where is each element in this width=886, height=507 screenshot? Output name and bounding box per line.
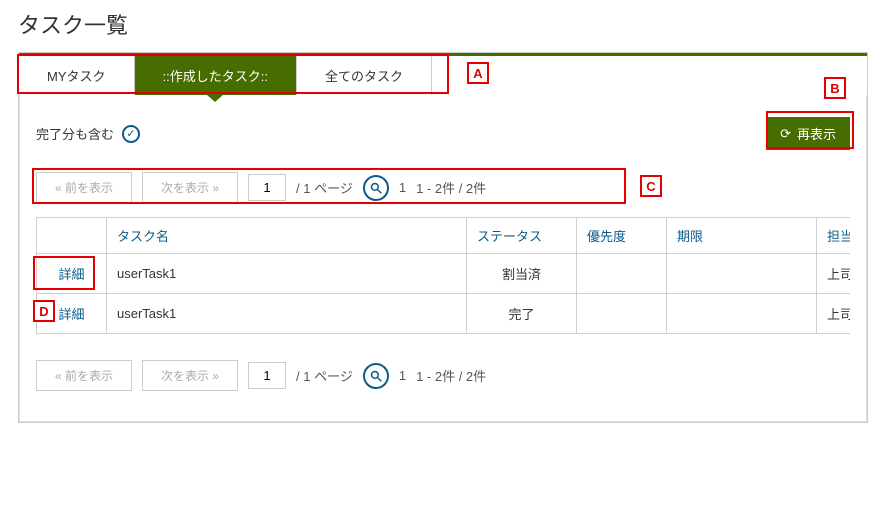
pager-count-range: 1 - 2件 / 2件	[416, 366, 486, 385]
cell-assignee: 上司	[817, 254, 851, 294]
pager-count-page: 1	[399, 180, 406, 195]
refresh-icon: ⟳	[780, 126, 791, 142]
cell-assignee: 上司	[817, 294, 851, 334]
table-row: 詳細 userTask1 完了 上司	[37, 294, 851, 334]
pager-bottom: « 前を表示 次を表示 » / 1 ページ 1 1 - 2件 / 2件	[36, 350, 850, 395]
cell-task-name: userTask1	[107, 294, 467, 334]
task-table: タスク名 ステータス 優先度 期限 担当 詳細 userTask1 割当済	[36, 217, 850, 334]
cell-priority	[577, 254, 667, 294]
col-assignee[interactable]: 担当	[817, 218, 851, 254]
table-header-row: タスク名 ステータス 優先度 期限 担当	[37, 218, 851, 254]
refresh-label: 再表示	[797, 124, 836, 143]
main-panel: MYタスク ::作成したタスク:: 全てのタスク A 完了分も含む ✓ ⟳ 再表…	[18, 52, 868, 423]
pager-count-page: 1	[399, 368, 406, 383]
cell-task-name: userTask1	[107, 254, 467, 294]
pager-go-button[interactable]	[363, 363, 389, 389]
filter-row: 完了分も含む ✓ ⟳ 再表示 B	[36, 117, 850, 150]
annotation-label-b: B	[824, 77, 846, 99]
pager-count-range: 1 - 2件 / 2件	[416, 178, 486, 197]
pager-prev-button[interactable]: « 前を表示	[36, 360, 132, 391]
pager-page-total: / 1 ページ	[296, 178, 353, 197]
pager-prev-button[interactable]: « 前を表示	[36, 172, 132, 203]
col-detail	[37, 218, 107, 254]
refresh-button[interactable]: ⟳ 再表示	[766, 117, 850, 150]
tab-all-tasks[interactable]: 全てのタスク	[297, 56, 432, 95]
cell-due	[667, 254, 817, 294]
col-task-name[interactable]: タスク名	[107, 218, 467, 254]
pager-page-input[interactable]	[248, 174, 286, 201]
annotation-label-a: A	[467, 62, 489, 84]
tab-my-tasks[interactable]: MYタスク	[19, 56, 135, 95]
check-icon: ✓	[122, 125, 140, 143]
search-icon	[370, 182, 382, 194]
pager-page-input[interactable]	[248, 362, 286, 389]
tab-created-tasks[interactable]: ::作成したタスク::	[135, 56, 297, 95]
pager-next-button[interactable]: 次を表示 »	[142, 172, 238, 203]
cell-priority	[577, 294, 667, 334]
tab-bar: MYタスク ::作成したタスク:: 全てのタスク A	[19, 56, 867, 95]
annotation-label-d: D	[33, 300, 55, 322]
pager-page-total: / 1 ページ	[296, 366, 353, 385]
col-due[interactable]: 期限	[667, 218, 817, 254]
detail-link[interactable]: 詳細	[58, 307, 84, 322]
search-icon	[370, 370, 382, 382]
detail-link[interactable]: 詳細	[58, 267, 84, 282]
table-scroll: タスク名 ステータス 優先度 期限 担当 詳細 userTask1 割当済	[36, 217, 850, 334]
table-row: 詳細 userTask1 割当済 上司	[37, 254, 851, 294]
pager-next-button[interactable]: 次を表示 »	[142, 360, 238, 391]
col-status[interactable]: ステータス	[467, 218, 577, 254]
cell-status: 完了	[467, 294, 577, 334]
content-area: 完了分も含む ✓ ⟳ 再表示 B « 前を表示 次を表示 » / 1 ページ 1…	[19, 95, 867, 422]
pager-go-button[interactable]	[363, 175, 389, 201]
col-priority[interactable]: 優先度	[577, 218, 667, 254]
pager-top: « 前を表示 次を表示 » / 1 ページ 1 1 - 2件 / 2件 C	[36, 172, 850, 203]
horizontal-scrollbar[interactable]	[36, 334, 850, 350]
cell-status: 割当済	[467, 254, 577, 294]
include-completed-checkbox[interactable]: 完了分も含む ✓	[36, 124, 140, 143]
page-title: タスク一覧	[0, 0, 886, 52]
annotation-label-c: C	[640, 175, 662, 197]
cell-due	[667, 294, 817, 334]
include-completed-label: 完了分も含む	[36, 124, 114, 143]
